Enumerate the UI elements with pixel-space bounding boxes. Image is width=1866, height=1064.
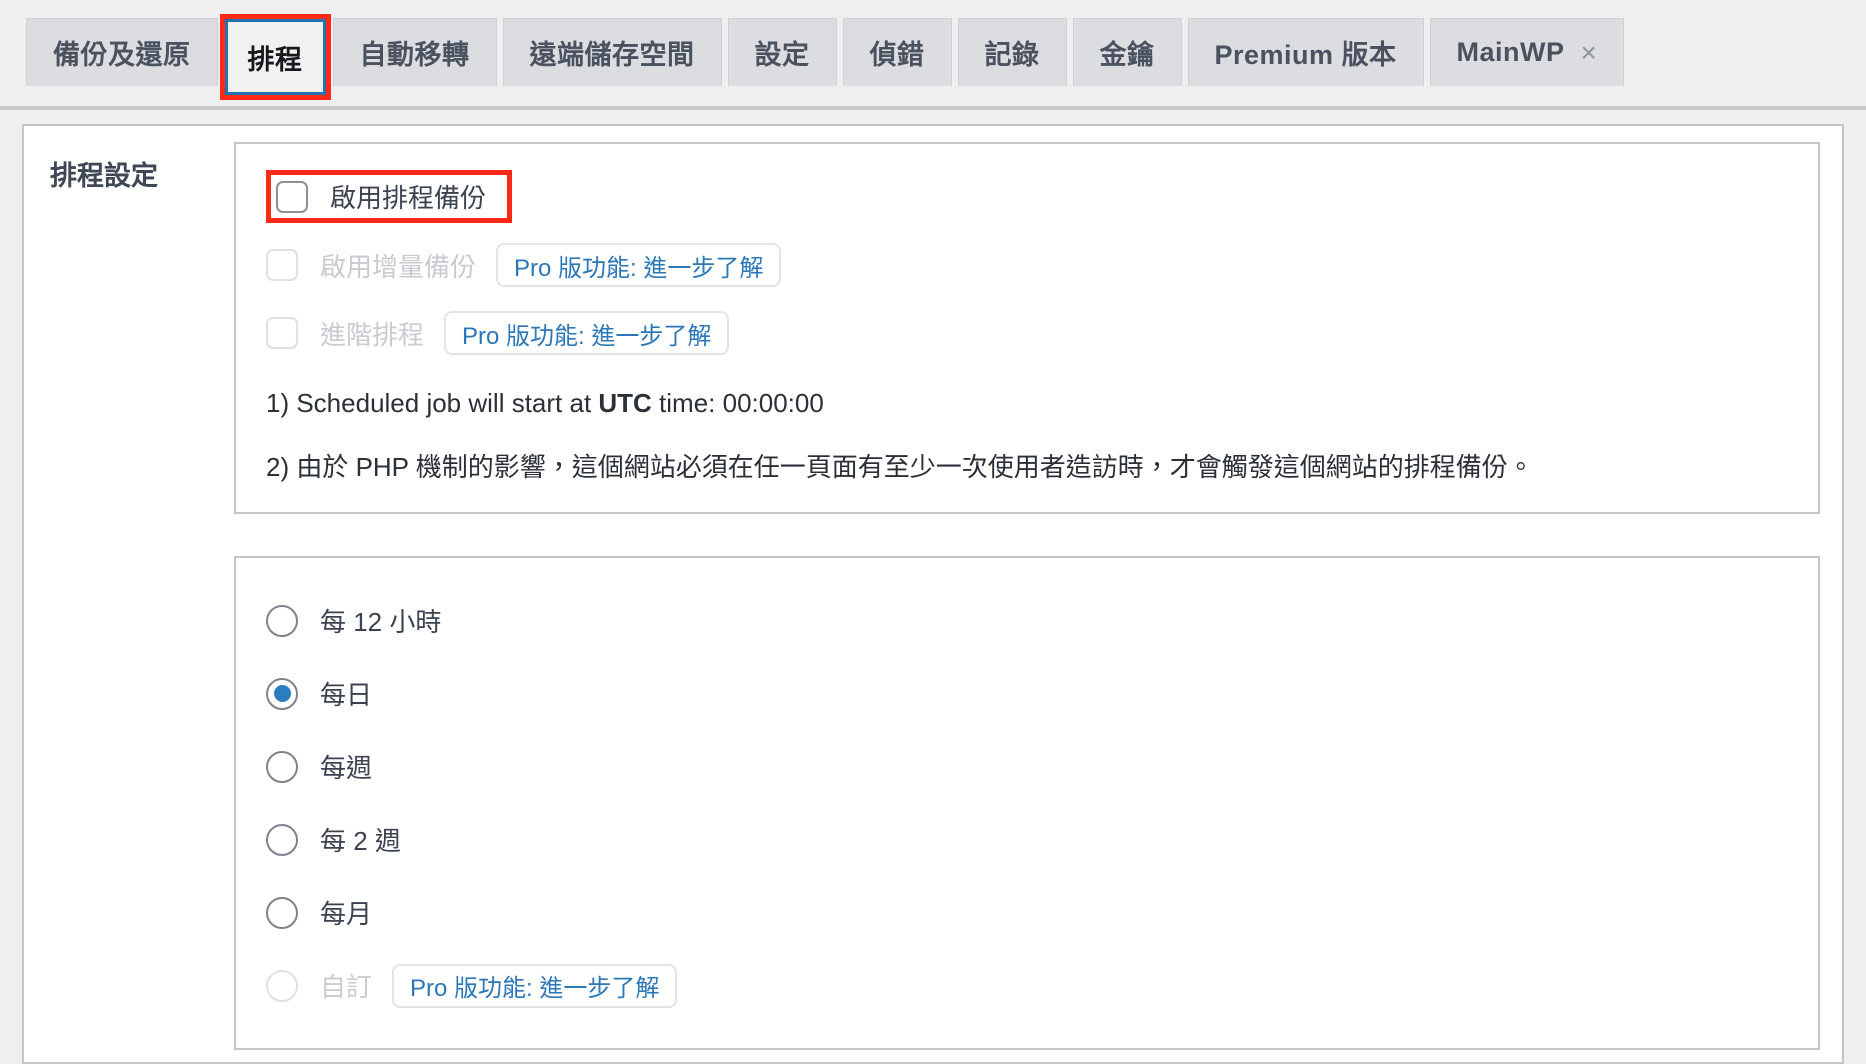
incremental-backup-pro-badge[interactable]: Pro 版功能: 進一步了解 xyxy=(496,243,782,287)
tab-7[interactable]: 金鑰 xyxy=(1072,18,1182,86)
note-utc-time: 1) Scheduled job will start at UTC time:… xyxy=(266,385,1788,423)
tab-3[interactable]: 遠端儲存空間 xyxy=(502,18,722,86)
frequency-radio-4[interactable] xyxy=(266,896,298,929)
schedule-settings-card: 啟用排程備份 啟用增量備份 Pro 版功能: 進一步了解 進階排程 Pro 版功… xyxy=(234,142,1820,515)
enable-scheduled-backup-highlight: 啟用排程備份 xyxy=(266,170,513,223)
tab-label: 記錄 xyxy=(984,40,1040,70)
tab-1[interactable]: 排程 xyxy=(219,14,331,100)
enable-scheduled-backup-checkbox[interactable] xyxy=(276,180,308,213)
tab-bar: 備份及還原 排程 自動移轉 遠端儲存空間 設定 偵錯 記錄 金鑰 Premium 版本 MainW… xyxy=(0,0,1866,110)
tab-6[interactable]: 記錄 xyxy=(957,18,1067,86)
advanced-schedule-pro-badge[interactable]: Pro 版功能: 進一步了解 xyxy=(444,311,730,355)
tab-0[interactable]: 備份及還原 xyxy=(26,18,218,86)
enable-scheduled-backup-row: 啟用排程備份 xyxy=(266,170,1788,223)
frequency-pro-badge-5[interactable]: Pro 版功能: 進一步了解 xyxy=(392,963,678,1008)
frequency-label-3: 每 2 週 xyxy=(320,826,401,857)
frequency-option-row: 每週 xyxy=(266,730,1788,803)
frequency-label-1: 每日 xyxy=(320,680,373,711)
tab-label: Premium 版本 xyxy=(1214,40,1397,70)
close-icon[interactable]: × xyxy=(1581,38,1598,67)
page-title: 排程設定 xyxy=(50,161,158,191)
tab-5[interactable]: 偵錯 xyxy=(842,18,952,86)
frequency-radio-0[interactable] xyxy=(266,604,298,637)
panel-left-column: 排程設定 xyxy=(24,142,234,1062)
tab-9[interactable]: MainWP × xyxy=(1429,18,1625,86)
frequency-label-0: 每 12 小時 xyxy=(320,607,442,638)
tab-label: 金鑰 xyxy=(1099,40,1155,70)
advanced-schedule-checkbox xyxy=(266,317,298,349)
tab-label: 設定 xyxy=(754,40,810,70)
advanced-schedule-label: 進階排程 xyxy=(320,319,425,350)
note-utc-bold: UTC xyxy=(598,388,652,418)
tab-label: 偵錯 xyxy=(869,40,925,70)
tab-label: 備份及還原 xyxy=(53,40,191,70)
tab-label: 遠端儲存空間 xyxy=(529,40,695,70)
tab-4[interactable]: 設定 xyxy=(727,18,837,86)
frequency-label-5: 自訂 xyxy=(320,972,373,1003)
incremental-backup-checkbox xyxy=(266,249,298,281)
frequency-radio-1[interactable] xyxy=(266,677,298,710)
tab-bar-underline xyxy=(0,106,1866,108)
panel-right-column: 啟用排程備份 啟用增量備份 Pro 版功能: 進一步了解 進階排程 Pro 版功… xyxy=(234,142,1842,1062)
tab-8[interactable]: Premium 版本 xyxy=(1187,18,1424,86)
note-utc-prefix: 1) Scheduled job will start at xyxy=(266,388,599,418)
frequency-radio-3[interactable] xyxy=(266,823,298,856)
frequency-option-row: 每 12 小時 xyxy=(266,584,1788,657)
frequency-label-4: 每月 xyxy=(320,899,373,930)
note-utc-suffix: time: 00:00:00 xyxy=(651,388,824,418)
enable-scheduled-backup-label: 啟用排程備份 xyxy=(330,183,487,213)
tab-label: 自動移轉 xyxy=(359,40,470,70)
frequency-option-row: 每日 xyxy=(266,657,1788,730)
incremental-backup-label: 啟用增量備份 xyxy=(320,251,477,282)
frequency-option-row: 每 2 週 xyxy=(266,803,1788,876)
frequency-option-row: 自訂 Pro 版功能: 進一步了解 xyxy=(266,949,1788,1022)
frequency-radio-2[interactable] xyxy=(266,750,298,783)
advanced-schedule-row: 進階排程 Pro 版功能: 進一步了解 xyxy=(266,307,1788,359)
tab-label: MainWP xyxy=(1456,37,1565,67)
frequency-label-2: 每週 xyxy=(320,753,373,784)
tab-2[interactable]: 自動移轉 xyxy=(332,18,497,86)
incremental-backup-row: 啟用增量備份 Pro 版功能: 進一步了解 xyxy=(266,239,1788,291)
frequency-radio-5 xyxy=(266,969,298,1002)
tab-label: 排程 xyxy=(247,44,303,75)
content-area: 排程設定 啟用排程備份 啟用增量備份 Pro 版功能: 進一步了解 進階排程 P… xyxy=(0,110,1866,1064)
frequency-options-card: 每 12 小時 每日每週每 2 週每月自訂 Pro 版功能: 進一步了解 xyxy=(234,556,1820,1051)
note-php-trigger: 2) 由於 PHP 機制的影響，這個網站必須在任一頁面有至少一次使用者造訪時，才… xyxy=(266,451,1534,482)
settings-panel: 排程設定 啟用排程備份 啟用增量備份 Pro 版功能: 進一步了解 進階排程 P… xyxy=(22,124,1844,1064)
frequency-option-row: 每月 xyxy=(266,876,1788,949)
